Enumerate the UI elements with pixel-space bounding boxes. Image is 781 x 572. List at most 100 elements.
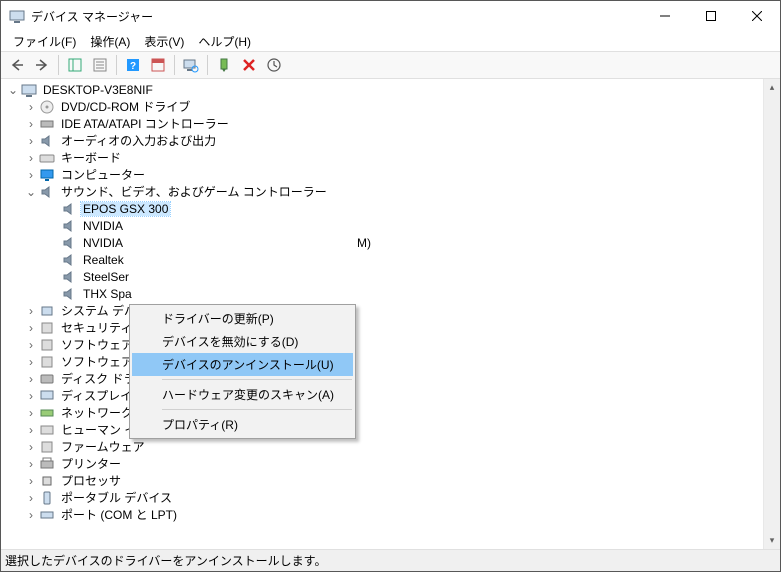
minimize-button[interactable] (642, 1, 688, 31)
tree-category-ports[interactable]: › ポート (COM と LPT) (1, 506, 763, 523)
scan-hardware-button[interactable] (179, 53, 203, 77)
expand-icon[interactable]: › (23, 118, 39, 130)
forward-button[interactable] (30, 53, 54, 77)
app-icon (9, 8, 25, 24)
tree-category-sound[interactable]: ⌄ サウンド、ビデオ、およびゲーム コントローラー (1, 183, 763, 200)
context-update-driver[interactable]: ドライバーの更新(P) (132, 307, 353, 330)
toolbar: ? (1, 51, 780, 79)
expand-icon[interactable]: › (23, 169, 39, 181)
speaker-icon (61, 235, 77, 251)
tree-label: NVIDIA (81, 219, 125, 233)
component-icon (39, 337, 55, 353)
tree-device-thx[interactable]: THX Spa (1, 285, 763, 302)
tree-label: SteelSer (81, 270, 131, 284)
menu-action[interactable]: 操作(A) (84, 31, 136, 52)
expand-icon[interactable]: › (23, 407, 39, 419)
expand-icon[interactable]: › (23, 390, 39, 402)
scroll-track[interactable] (764, 96, 780, 532)
collapse-icon[interactable]: ⌄ (5, 84, 21, 96)
close-button[interactable] (734, 1, 780, 31)
status-text: 選択したデバイスのドライバーをアンインストールします。 (5, 552, 326, 569)
device-tree[interactable]: ⌄ DESKTOP-V3E8NIF ›DVD/CD-ROM ドライブ › IDE … (1, 79, 763, 549)
tree-label: サウンド、ビデオ、およびゲーム コントローラー (59, 183, 329, 200)
expand-icon[interactable]: › (23, 458, 39, 470)
tree-label: IDE ATA/ATAPI コントローラー (59, 115, 231, 132)
tree-category-softcomp[interactable]: ›ソフトウェア コンポーネント (1, 336, 763, 353)
expand-icon[interactable]: › (23, 356, 39, 368)
tree-category-audio[interactable]: ›オーディオの入力および出力 (1, 132, 763, 149)
show-hide-tree-button[interactable] (63, 53, 87, 77)
tree-category-cpu[interactable]: ›プロセッサ (1, 472, 763, 489)
tree-device-nvidia[interactable]: NVIDIAM) (1, 234, 763, 251)
monitor-icon (39, 167, 55, 183)
context-properties[interactable]: プロパティ(R) (132, 413, 353, 436)
tree-category-display[interactable]: ›ディスプレイ アダプター (1, 387, 763, 404)
tree-label: Realtek (81, 253, 126, 267)
tree-category-keyboard[interactable]: ›キーボード (1, 149, 763, 166)
tree-category-dvd[interactable]: ›DVD/CD-ROM ドライブ (1, 98, 763, 115)
toolbar-button[interactable] (146, 53, 170, 77)
tree-label: システム デバ (59, 302, 138, 319)
scroll-down-button[interactable]: ▾ (764, 532, 780, 549)
expand-icon[interactable]: › (23, 373, 39, 385)
tree-category-network[interactable]: ›ネットワーク アダプター (1, 404, 763, 421)
menu-bar: ファイル(F) 操作(A) 表示(V) ヘルプ(H) (1, 31, 780, 51)
collapse-icon[interactable]: ⌄ (23, 186, 39, 198)
tree-category-ide[interactable]: › IDE ATA/ATAPI コントローラー (1, 115, 763, 132)
expand-icon[interactable]: › (23, 475, 39, 487)
tree-category-system[interactable]: › システム デバ (1, 302, 763, 319)
menu-help[interactable]: ヘルプ(H) (192, 31, 257, 52)
expand-icon[interactable]: › (23, 441, 39, 453)
expand-icon[interactable]: › (23, 101, 39, 113)
tree-device-realtek[interactable]: Realtek (1, 251, 763, 268)
context-scan-hardware[interactable]: ハードウェア変更のスキャン(A) (132, 383, 353, 406)
context-uninstall-device[interactable]: デバイスのアンインストール(U) (132, 353, 353, 376)
expand-icon[interactable]: › (23, 305, 39, 317)
maximize-button[interactable] (688, 1, 734, 31)
tree-category-disk[interactable]: ›ディスク ドライブ (1, 370, 763, 387)
expand-icon[interactable]: › (23, 322, 39, 334)
expand-icon[interactable]: › (23, 339, 39, 351)
toolbar-separator (207, 55, 208, 75)
tree-device-epos[interactable]: EPOS GSX 300 (1, 200, 763, 217)
uninstall-device-button[interactable] (237, 53, 261, 77)
tree-category-security[interactable]: ›セキュリティ ラ (1, 319, 763, 336)
tree-category-printer[interactable]: ›プリンター (1, 455, 763, 472)
device-manager-window: デバイス マネージャー ファイル(F) 操作(A) 表示(V) ヘルプ(H) ?… (0, 0, 781, 572)
expand-icon[interactable]: › (23, 424, 39, 436)
speaker-icon (61, 286, 77, 302)
vertical-scrollbar[interactable]: ▴ ▾ (763, 79, 780, 549)
client-area: ⌄ DESKTOP-V3E8NIF ›DVD/CD-ROM ドライブ › IDE … (1, 79, 780, 549)
back-button[interactable] (5, 53, 29, 77)
tree-label: ポート (COM と LPT) (59, 506, 179, 523)
enable-device-button[interactable] (212, 53, 236, 77)
hid-icon (39, 422, 55, 438)
tree-label: DESKTOP-V3E8NIF (41, 83, 155, 97)
properties-button[interactable] (88, 53, 112, 77)
menu-file[interactable]: ファイル(F) (7, 31, 82, 52)
computer-icon (21, 82, 37, 98)
tree-root[interactable]: ⌄ DESKTOP-V3E8NIF (1, 81, 763, 98)
tree-label: EPOS GSX 300 (81, 202, 170, 216)
context-disable-device[interactable]: デバイスを無効にする(D) (132, 330, 353, 353)
expand-icon[interactable]: › (23, 152, 39, 164)
update-driver-button[interactable] (262, 53, 286, 77)
toolbar-separator (58, 55, 59, 75)
expand-icon[interactable]: › (23, 135, 39, 147)
tree-device-nvidia[interactable]: NVIDIA (1, 217, 763, 234)
tree-device-steelseries[interactable]: SteelSer (1, 268, 763, 285)
menu-view[interactable]: 表示(V) (138, 31, 190, 52)
display-icon (39, 388, 55, 404)
expand-icon[interactable]: › (23, 492, 39, 504)
tree-category-softdev[interactable]: ›ソフトウェア デバイス (1, 353, 763, 370)
tree-label-suffix: M) (125, 236, 371, 250)
expand-icon[interactable]: › (23, 509, 39, 521)
tree-category-hid[interactable]: ›ヒューマン インターフェイス デバイス (1, 421, 763, 438)
tree-category-computer[interactable]: ›コンピューター (1, 166, 763, 183)
scroll-up-button[interactable]: ▴ (764, 79, 780, 96)
firmware-icon (39, 439, 55, 455)
window-title: デバイス マネージャー (31, 8, 642, 25)
tree-category-portable[interactable]: ›ポータブル デバイス (1, 489, 763, 506)
help-button[interactable]: ? (121, 53, 145, 77)
tree-category-firmware[interactable]: ›ファームウェア (1, 438, 763, 455)
